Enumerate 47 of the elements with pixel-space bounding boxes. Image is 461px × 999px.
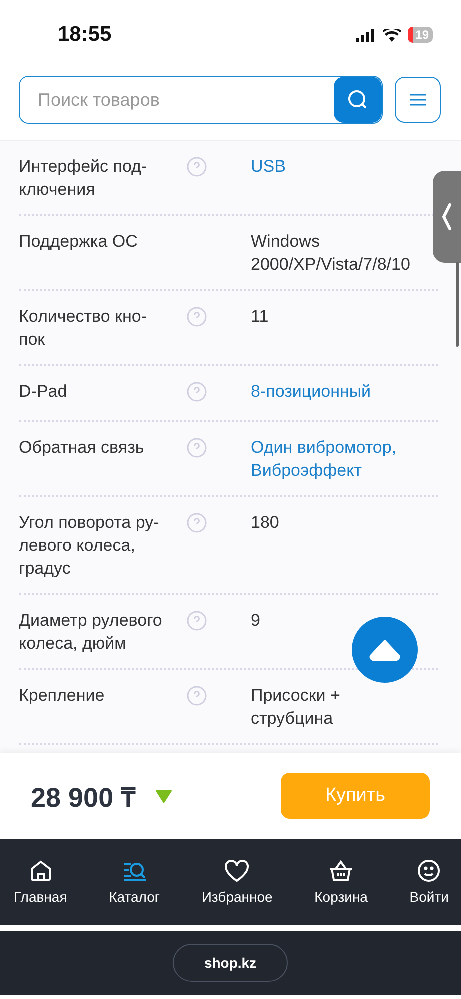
help-icon[interactable] (187, 438, 207, 458)
search-field[interactable]: Поиск товаров (19, 76, 383, 124)
spec-label: Диаметр рулевого колеса, дюйм (19, 610, 162, 655)
spec-value: Присоски + струбцина (251, 685, 342, 730)
address-bar[interactable]: shop.kz (173, 944, 288, 982)
spec-label: D-Pad (19, 381, 68, 403)
up-arrow-icon (369, 639, 401, 661)
wifi-icon (382, 28, 401, 42)
spec-value-link[interactable]: Один вибромотор, Виброэффект (251, 436, 426, 482)
spec-label: Угол поворота ру- левого колеса, градус (19, 512, 160, 580)
nav-tab[interactable]: Каталог (103, 839, 166, 925)
help-icon[interactable] (187, 157, 207, 177)
price-drop-icon (156, 789, 172, 803)
spec-value-link[interactable]: USB (251, 155, 286, 178)
help-icon[interactable] (187, 307, 207, 327)
menu-button[interactable] (395, 77, 441, 123)
spec-value: 9 (251, 610, 260, 632)
menu-icon (410, 94, 426, 106)
home-icon (28, 859, 53, 883)
spec-value-link[interactable]: 8-позиционный (251, 380, 372, 403)
spec-label: Поддержка ОС (19, 231, 138, 253)
nav-tab[interactable]: Главная (8, 839, 74, 925)
nav-tab[interactable]: Избранное (196, 839, 279, 925)
heart-icon (224, 859, 250, 883)
search-icon (347, 89, 369, 111)
nav-tab[interactable]: Корзина (308, 839, 374, 925)
help-icon[interactable] (187, 611, 207, 631)
clock: 18:55 (58, 23, 112, 47)
basket-icon (328, 859, 354, 883)
spec-label: Крепление (19, 685, 105, 707)
spec-value: 11 (251, 306, 269, 328)
price: 28 900 ₸ (31, 782, 136, 814)
signal-icon (356, 28, 376, 42)
help-icon[interactable] (187, 513, 207, 533)
side-panel-tab[interactable] (433, 171, 461, 263)
nav-tab[interactable]: Войти (404, 839, 455, 925)
spec-value: Windows 2000/XP/Vista/7/8/10 (251, 231, 412, 276)
spec-value: 180 (251, 512, 280, 534)
chevron-left-icon (442, 202, 452, 232)
battery-indicator: 19 (408, 27, 433, 43)
help-icon[interactable] (187, 382, 207, 402)
spec-label: Интерфейс под- ключения (19, 156, 148, 201)
spec-label: Обратная связь (19, 437, 144, 459)
smiley-icon (417, 859, 442, 883)
help-icon[interactable] (187, 686, 207, 706)
spec-label: Количество кно- пок (19, 306, 147, 351)
search-button[interactable] (334, 77, 382, 123)
